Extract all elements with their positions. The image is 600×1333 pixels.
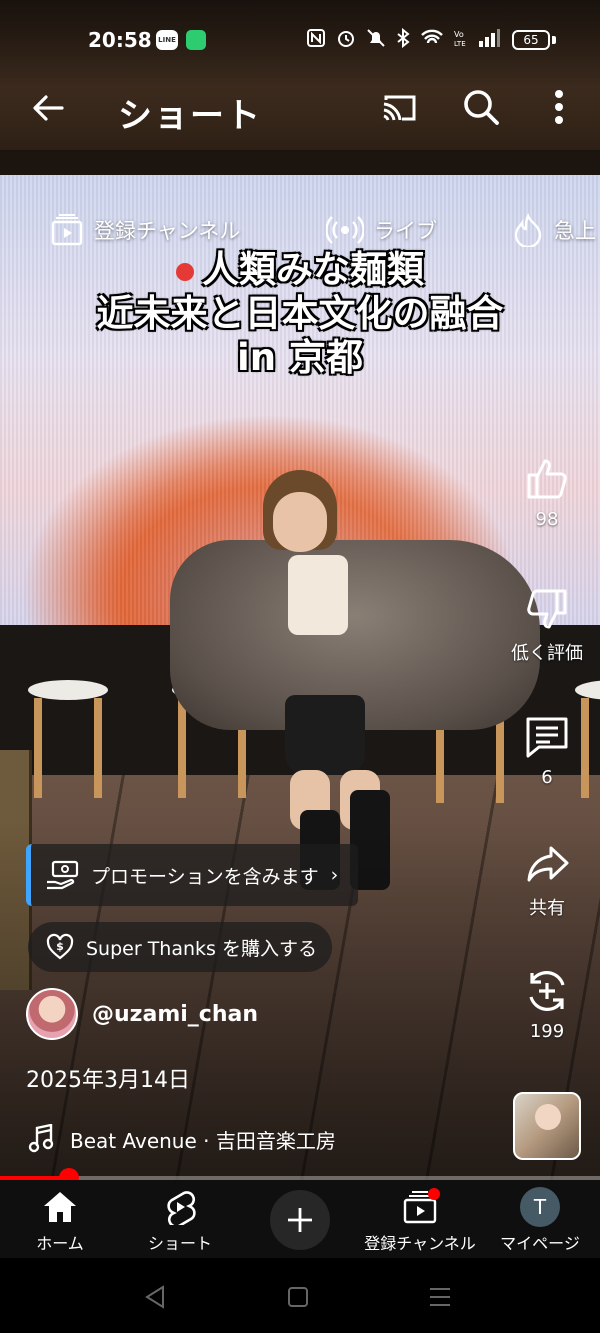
- home-icon: [44, 1192, 76, 1222]
- chip-label: ライブ: [374, 219, 437, 243]
- nav-you[interactable]: T マイページ: [480, 1187, 600, 1254]
- nav-home[interactable]: ホーム: [0, 1188, 120, 1254]
- super-thanks-button[interactable]: $ Super Thanks を購入する: [28, 922, 332, 972]
- nav-shorts[interactable]: ショート: [120, 1188, 240, 1254]
- channel-avatar[interactable]: [26, 988, 78, 1040]
- nav-subscriptions-label: 登録チャンネル: [364, 1234, 476, 1253]
- comment-icon: [526, 717, 568, 758]
- bottom-navigation: ホーム ショート 登録チャンネル T マイページ: [0, 1180, 600, 1258]
- account-avatar: T: [520, 1187, 560, 1227]
- super-thanks-icon: $: [46, 933, 74, 960]
- comments-button[interactable]: 6: [506, 713, 588, 788]
- pin-icon: [176, 262, 194, 281]
- volte-icon: Vo LTE: [454, 28, 468, 52]
- sound-thumbnail[interactable]: [513, 1092, 581, 1160]
- system-navigation: [0, 1258, 600, 1333]
- battery-tip: [552, 36, 556, 44]
- caption-line-3: in 京都: [237, 336, 363, 379]
- channel-info[interactable]: @uzami_chan: [26, 988, 258, 1040]
- live-icon: [326, 216, 364, 244]
- mute-icon: [366, 28, 386, 52]
- battery-icon: 65: [512, 30, 550, 50]
- share-label: 共有: [529, 898, 565, 919]
- system-home-icon[interactable]: [286, 1284, 314, 1310]
- remix-button[interactable]: 199: [506, 967, 588, 1042]
- chip-label: 登録チャンネル: [94, 219, 241, 243]
- share-button[interactable]: 共有: [506, 840, 588, 920]
- shorts-screen: 20:58 LINE Vo LTE 65 ショート 登録チャンネル ライブ 急上…: [0, 0, 600, 1333]
- music-info[interactable]: Beat Avenue · 吉田音楽工房: [28, 1122, 336, 1156]
- dislike-button[interactable]: 低く評価: [506, 585, 588, 665]
- status-time: 20:58: [88, 28, 152, 52]
- promotion-label: プロモーションを含みます: [91, 865, 319, 888]
- promotion-disclosure[interactable]: プロモーションを含みます ›: [26, 844, 358, 906]
- status-icons: Vo LTE: [306, 27, 500, 52]
- page-title: ショート: [118, 96, 262, 136]
- thumbs-up-icon: [527, 459, 567, 499]
- shorts-icon: [167, 1191, 196, 1225]
- nav-home-label: ホーム: [36, 1234, 84, 1253]
- svg-text:LTE: LTE: [454, 40, 466, 48]
- app-bar: ショート: [0, 80, 600, 136]
- cast-icon[interactable]: [380, 88, 420, 128]
- chip-label: 急上: [554, 219, 596, 243]
- signal-icon: [478, 28, 500, 52]
- plus-icon: [288, 1208, 312, 1232]
- feed-chips: 登録チャンネル ライブ 急上: [0, 210, 600, 250]
- nav-shorts-label: ショート: [147, 1234, 212, 1253]
- alarm-icon: [336, 28, 356, 52]
- nfc-icon: [306, 28, 326, 52]
- music-label: Beat Avenue · 吉田音楽工房: [70, 1128, 336, 1153]
- channel-handle[interactable]: @uzami_chan: [92, 1002, 258, 1027]
- wifi-icon: [420, 28, 444, 52]
- chip-subscriptions[interactable]: 登録チャンネル: [50, 210, 240, 250]
- nav-subscriptions[interactable]: 登録チャンネル: [360, 1188, 480, 1254]
- caption-line-1: 人類みな麺類: [0, 248, 600, 292]
- chip-trending[interactable]: 急上: [512, 210, 596, 250]
- line-app-icon: LINE: [156, 30, 178, 50]
- subscriptions-icon: [51, 214, 83, 246]
- scene-stool: [28, 680, 108, 800]
- thumbs-down-icon: [527, 589, 567, 629]
- chip-live[interactable]: ライブ: [326, 210, 437, 250]
- bluetooth-icon: [396, 27, 410, 52]
- svg-text:$: $: [56, 940, 64, 953]
- search-icon[interactable]: [460, 86, 502, 128]
- notification-dot: [428, 1188, 440, 1200]
- nav-you-label: マイページ: [500, 1234, 580, 1253]
- battery-saver-icon: [186, 30, 206, 50]
- system-back-icon[interactable]: [143, 1284, 171, 1310]
- remix-icon: [529, 971, 565, 1011]
- create-button[interactable]: [270, 1190, 330, 1250]
- chevron-right-icon: ›: [330, 864, 339, 886]
- music-note-icon: [28, 1124, 54, 1153]
- svg-text:Vo: Vo: [454, 30, 464, 39]
- like-button[interactable]: 98: [506, 455, 588, 530]
- system-recents-icon[interactable]: [428, 1284, 456, 1310]
- dislike-label: 低く評価: [511, 643, 583, 664]
- video-caption: 人類みな麺類 近未来と日本文化の融合 in 京都: [0, 248, 600, 380]
- like-count: 98: [535, 509, 559, 530]
- back-arrow-icon[interactable]: [28, 88, 68, 128]
- comment-count: 6: [541, 767, 553, 788]
- more-vert-icon[interactable]: [544, 86, 574, 128]
- status-bar: 20:58 LINE Vo LTE 65: [0, 0, 600, 80]
- share-icon: [527, 846, 569, 882]
- caption-line-2: 近未来と日本文化の融合: [96, 292, 504, 335]
- remix-count: 199: [529, 1021, 565, 1042]
- super-thanks-label: Super Thanks を購入する: [86, 937, 317, 960]
- money-hand-icon: [47, 860, 79, 890]
- video-date: 2025年3月14日: [26, 1068, 190, 1093]
- trending-icon: [514, 213, 542, 247]
